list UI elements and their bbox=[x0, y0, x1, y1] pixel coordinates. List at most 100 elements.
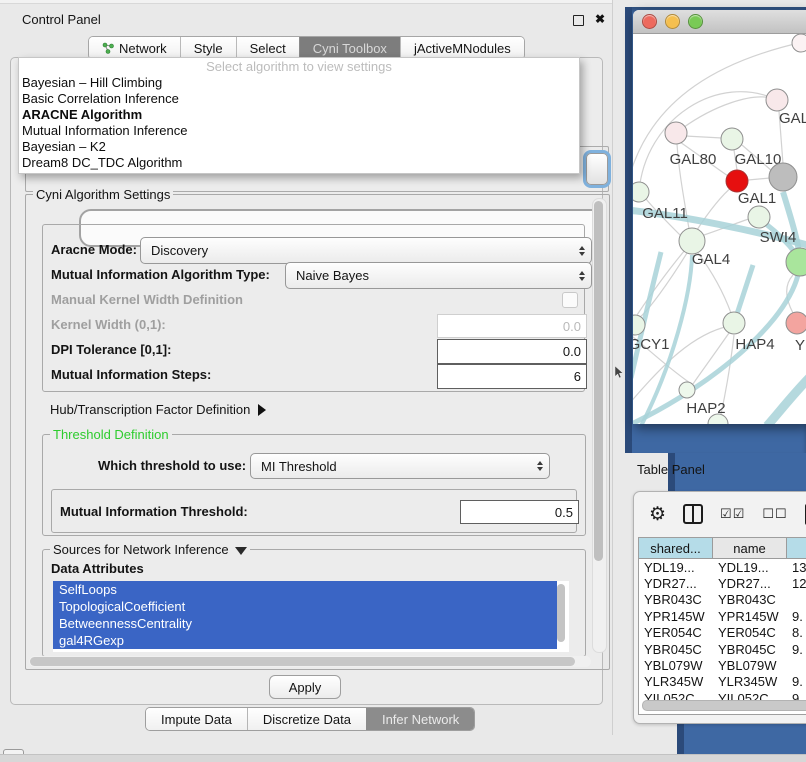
dropdown-item-mutual-information-inference[interactable]: Mutual Information Inference bbox=[19, 123, 579, 139]
control-panel-titlebar: Control Panel ✖ bbox=[0, 0, 612, 33]
network-node-gal80[interactable] bbox=[665, 122, 687, 144]
dropdown-item-bayesian-k2[interactable]: Bayesian – K2 bbox=[19, 139, 579, 155]
network-node-hap2[interactable] bbox=[679, 382, 695, 398]
dropdown-item-bayesian-hill-climbing[interactable]: Bayesian – Hill Climbing bbox=[19, 75, 579, 91]
node-label-gcy1: GCY1 bbox=[633, 336, 669, 353]
table-row[interactable]: YPR145WYPR145W9. bbox=[639, 608, 806, 624]
node-label-swi4: SWI4 bbox=[760, 229, 797, 246]
settings-group-title: Cyni Algorithm Settings bbox=[33, 187, 173, 202]
network-node-y[interactable] bbox=[786, 312, 806, 334]
dropdown-item-aracne-algorithm[interactable]: ARACNE Algorithm bbox=[19, 107, 579, 123]
status-bar bbox=[0, 754, 806, 762]
node-label-hap4: HAP4 bbox=[735, 336, 774, 353]
which-threshold-combo[interactable]: MI Threshold bbox=[250, 453, 550, 479]
table-row[interactable]: YBL079WYBL079W bbox=[639, 657, 806, 673]
table-row[interactable]: YER054CYER054C8. bbox=[639, 625, 806, 641]
dropdown-item-dream8-dc-tdc-algorithm[interactable]: Dream8 DC_TDC Algorithm bbox=[19, 155, 579, 171]
node-label-gal11: GAL11 bbox=[642, 205, 688, 222]
checked-boxes-icon[interactable]: ☑☑ bbox=[720, 506, 745, 522]
network-node[interactable] bbox=[769, 163, 797, 191]
gear-icon[interactable]: ⚙ bbox=[649, 505, 666, 524]
sources-group-title: Sources for Network Inference bbox=[50, 542, 250, 557]
table-cell: YBR045C bbox=[713, 642, 787, 657]
tab-cyni-toolbox[interactable]: Cyni Toolbox bbox=[299, 37, 400, 59]
network-node-gal10[interactable] bbox=[721, 128, 743, 150]
tab-discretize-data[interactable]: Discretize Data bbox=[247, 708, 366, 730]
table-row[interactable]: YBR045CYBR045C9. bbox=[639, 641, 806, 657]
network-node-gal[interactable] bbox=[766, 89, 788, 111]
tab-network[interactable]: Network bbox=[89, 37, 180, 59]
tab-label: jActiveMNodules bbox=[414, 41, 511, 56]
apply-button[interactable]: Apply bbox=[269, 675, 341, 699]
table-panel-title: Table Panel bbox=[637, 462, 705, 477]
table-body: YDL19...YDL19...13YDR27...YDR27...12YBR0… bbox=[639, 559, 806, 707]
tab-style[interactable]: Style bbox=[180, 37, 236, 59]
algorithm-combo-button[interactable] bbox=[586, 153, 608, 185]
traffic-light-close[interactable] bbox=[642, 14, 657, 29]
mi-type-value: Naive Bayes bbox=[296, 268, 369, 283]
node-label-gal1: GAL1 bbox=[738, 190, 776, 207]
mi-threshold-field[interactable]: 0.5 bbox=[460, 500, 579, 524]
settings-horizontal-scrollbar[interactable] bbox=[29, 656, 591, 667]
tab-impute-data[interactable]: Impute Data bbox=[146, 708, 247, 730]
columns-icon[interactable] bbox=[683, 504, 703, 524]
traffic-light-minimize[interactable] bbox=[665, 14, 680, 29]
network-node-hap4[interactable] bbox=[723, 312, 745, 334]
network-node[interactable] bbox=[792, 34, 806, 52]
node-table: shared...nameA YDL19...YDL19...13YDR27..… bbox=[638, 537, 806, 715]
table-row[interactable]: YLR345WYLR345W9. bbox=[639, 674, 806, 690]
tab-jactivemnodules[interactable]: jActiveMNodules bbox=[400, 37, 524, 59]
table-row[interactable]: YDR27...YDR27...12 bbox=[639, 575, 806, 591]
list-scrollbar-thumb[interactable] bbox=[557, 584, 565, 642]
tab-select[interactable]: Select bbox=[236, 37, 299, 59]
manual-kernel-checkbox[interactable] bbox=[562, 292, 578, 308]
mi-steps-field[interactable]: 6 bbox=[437, 364, 587, 389]
spinner-arrows-icon bbox=[537, 461, 543, 471]
column-header-a[interactable]: A bbox=[787, 538, 806, 559]
aracne-mode-value: Discovery bbox=[151, 243, 208, 258]
unchecked-boxes-icon[interactable]: ☐☐ bbox=[762, 506, 787, 522]
table-row[interactable]: YBR043CYBR043C bbox=[639, 592, 806, 608]
control-panel: Control Panel ✖ NetworkStyleSelectCyni T… bbox=[0, 0, 613, 735]
column-header-shared[interactable]: shared... bbox=[639, 538, 713, 559]
network-edge bbox=[748, 178, 770, 180]
mi-threshold-group: MI Threshold Definition Mutual Informati… bbox=[51, 489, 577, 533]
table-toolbar: ⚙ ☑☑ ☐☐ bbox=[649, 501, 806, 527]
traffic-light-zoom[interactable] bbox=[688, 14, 703, 29]
kernel-width-field[interactable]: 0.0 bbox=[437, 314, 587, 338]
spinner-arrows-icon bbox=[579, 246, 585, 256]
aracne-mode-combo[interactable]: Discovery bbox=[140, 237, 592, 264]
dpi-tolerance-field[interactable]: 0.0 bbox=[437, 339, 587, 364]
scrollbar-thumb[interactable] bbox=[594, 201, 603, 561]
hub-definition-toggle[interactable]: Hub/Transcription Factor Definition bbox=[50, 402, 266, 417]
table-cell: YBR043C bbox=[639, 592, 713, 607]
sources-group: Sources for Network Inference Data Attri… bbox=[42, 549, 586, 657]
settings-vertical-scrollbar[interactable] bbox=[592, 198, 607, 653]
table-row[interactable]: YDL19...YDL19...13 bbox=[639, 559, 806, 575]
mi-type-label: Mutual Information Algorithm Type: bbox=[51, 267, 270, 282]
mi-type-combo[interactable]: Naive Bayes bbox=[285, 262, 592, 289]
attribute-item-gal4rgexp[interactable]: gal4RGexp bbox=[53, 632, 557, 649]
attribute-item-selfloops[interactable]: SelfLoops bbox=[53, 581, 557, 598]
float-panel-icon[interactable] bbox=[573, 15, 584, 26]
network-node-swi4[interactable] bbox=[786, 248, 806, 276]
close-panel-icon[interactable]: ✖ bbox=[595, 12, 605, 26]
threshold-definition-group: Threshold Definition Which threshold to … bbox=[42, 434, 586, 536]
attribute-item-betweennesscentrality[interactable]: BetweennessCentrality bbox=[53, 615, 557, 632]
network-node-gal11[interactable] bbox=[633, 182, 649, 202]
network-node-gal1[interactable] bbox=[748, 206, 770, 228]
data-attributes-label: Data Attributes bbox=[51, 561, 144, 576]
network-icon bbox=[102, 42, 114, 54]
network-node[interactable] bbox=[726, 170, 748, 192]
table-cell: YDL19... bbox=[713, 560, 787, 575]
network-window-titlebar[interactable] bbox=[633, 10, 806, 34]
column-header-name[interactable]: name bbox=[713, 538, 787, 559]
collapse-down-icon bbox=[235, 547, 247, 555]
table-horizontal-scrollbar[interactable] bbox=[642, 700, 806, 711]
kernel-width-label: Kernel Width (0,1): bbox=[51, 317, 166, 332]
network-canvas[interactable]: GALGAL80GAL10GAL11GAL1SWI4GAL4GCY1HAP4YH… bbox=[633, 34, 806, 424]
tab-infer-network[interactable]: Infer Network bbox=[366, 708, 474, 730]
dropdown-item-basic-correlation-inference[interactable]: Basic Correlation Inference bbox=[19, 91, 579, 107]
scrollbar-thumb[interactable] bbox=[30, 657, 575, 666]
attribute-item-topologicalcoefficient[interactable]: TopologicalCoefficient bbox=[53, 598, 557, 615]
